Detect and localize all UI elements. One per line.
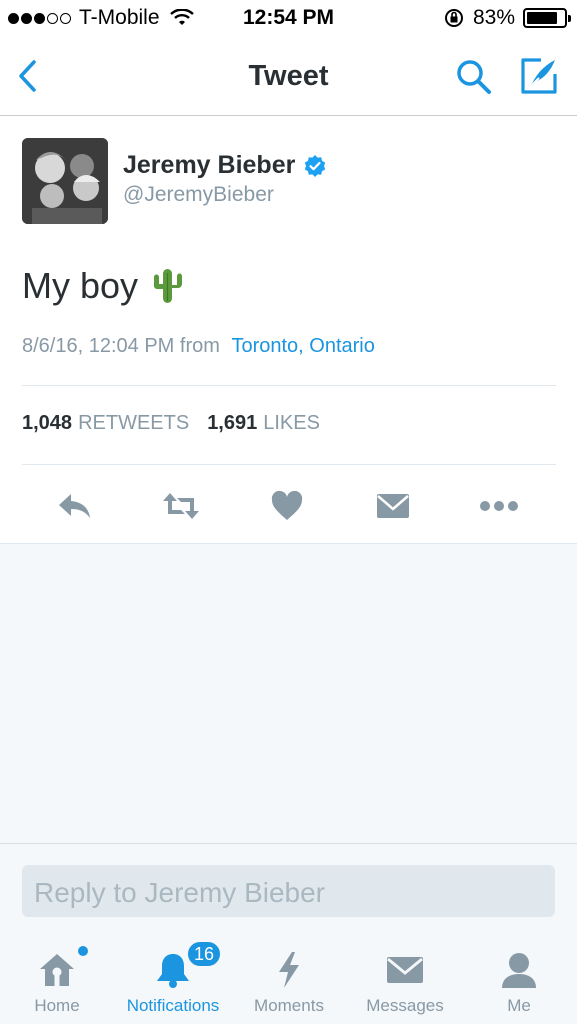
home-icon (40, 954, 74, 986)
reply-icon (59, 494, 90, 518)
reply-button[interactable] (55, 486, 95, 526)
from-label: from (179, 335, 220, 357)
conversation-area (0, 544, 577, 844)
home-new-indicator (78, 946, 88, 956)
heart-icon (271, 490, 303, 520)
author-name-text: Jeremy Bieber (123, 151, 296, 179)
author-name[interactable]: Jeremy Bieber (123, 151, 327, 180)
author-handle[interactable]: @JeremyBieber (123, 183, 274, 207)
tab-me[interactable]: Me (464, 940, 574, 1024)
cactus-icon (154, 269, 183, 303)
nav-bar: Tweet (0, 38, 577, 116)
battery-level (527, 12, 557, 24)
tweet-stats: 1,048 RETWEETS 1,691 LIKES (22, 412, 320, 435)
rotation-lock-icon (444, 9, 463, 27)
tweet-timestamp: 8/6/16, 12:04 PM (22, 335, 175, 357)
tweet-text-content: My boy (22, 265, 139, 306)
battery-icon (523, 8, 571, 28)
tweet-text: My boy (22, 265, 184, 307)
notifications-badge: 16 (186, 940, 223, 968)
tab-moments[interactable]: Moments (234, 940, 344, 1024)
search-icon (457, 60, 491, 94)
direct-message-button[interactable] (373, 486, 413, 526)
author-avatar[interactable] (22, 138, 108, 224)
tab-messages[interactable]: Messages (350, 940, 460, 1024)
likes-label[interactable]: LIKES (263, 412, 320, 435)
tab-label: Moments (254, 996, 324, 1015)
divider (22, 464, 556, 465)
tweet-actions (0, 468, 577, 544)
retweet-icon (163, 493, 199, 519)
battery-percent: 83% (472, 6, 515, 29)
more-button[interactable] (479, 486, 519, 526)
tab-label: Notifications (126, 996, 220, 1015)
compose-tweet-button[interactable] (517, 54, 561, 98)
divider (22, 385, 556, 386)
tweet-metadata: 8/6/16, 12:04 PM from Toronto, Ontario (22, 335, 375, 358)
compose-icon (521, 58, 557, 94)
tab-label: Home (34, 996, 80, 1015)
retweet-button[interactable] (161, 486, 201, 526)
status-bar: T-Mobile 12:54 PM 83% (0, 0, 577, 38)
avatar-image (22, 138, 108, 224)
envelope-icon (377, 494, 409, 518)
tweet-location-link[interactable]: Toronto, Ontario (231, 335, 374, 357)
search-button[interactable] (453, 56, 495, 98)
retweets-label[interactable]: RETWEETS (78, 412, 189, 435)
reply-input[interactable]: Reply to Jeremy Bieber (22, 865, 555, 917)
tab-label: Messages (366, 996, 444, 1015)
battery-info: 83% (443, 6, 571, 30)
tab-label: Me (507, 996, 531, 1015)
more-icon (480, 501, 518, 511)
tab-notifications[interactable]: 16 Notifications (118, 940, 228, 1024)
likes-count[interactable]: 1,691 (207, 412, 257, 435)
tab-home[interactable]: Home (2, 940, 112, 1024)
lightning-icon (279, 952, 299, 988)
person-icon (502, 953, 536, 988)
verified-badge-icon (305, 154, 326, 177)
envelope-icon (387, 957, 423, 983)
like-button[interactable] (267, 486, 307, 526)
retweets-count[interactable]: 1,048 (22, 412, 72, 435)
